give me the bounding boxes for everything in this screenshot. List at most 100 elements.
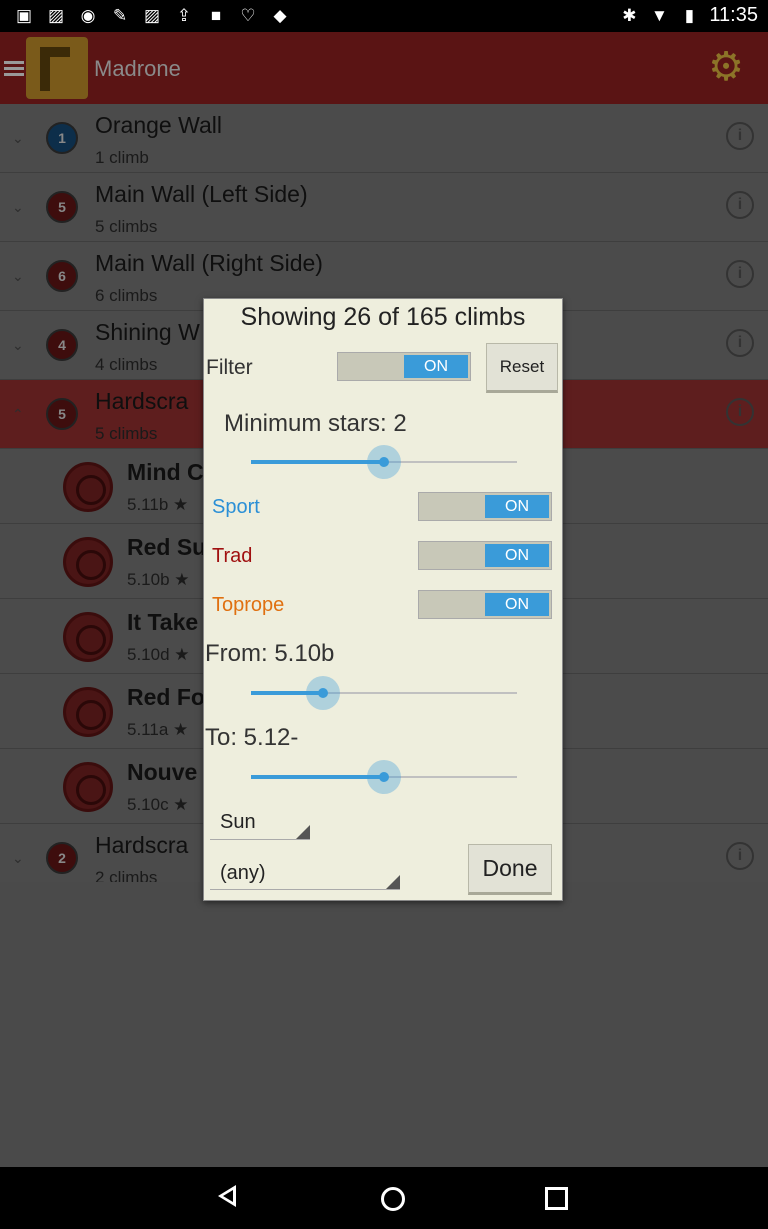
area-name: Main Wall (Right Side) [95, 250, 323, 276]
dialog-heading: Showing 26 of 165 climbs [240, 303, 526, 331]
area-name: Orange Wall [95, 112, 222, 138]
sun-dropdown-value: Sun [220, 811, 256, 833]
area-count: 1 climb [95, 148, 149, 167]
route-type-icon [63, 462, 113, 512]
wifi-icon: ▼ [651, 5, 668, 25]
chevron-down-icon[interactable]: ⌄ [12, 337, 26, 353]
route-type-icon [63, 687, 113, 737]
chevron-down-icon[interactable]: ⌄ [12, 268, 26, 284]
reset-button[interactable]: Reset [486, 343, 558, 393]
route-grade: 5.10b ★ [127, 570, 190, 589]
route-name: Red Su [127, 534, 207, 560]
from-grade-slider[interactable] [251, 676, 517, 710]
route-type-icon [63, 762, 113, 812]
sport-toggle[interactable]: ON [418, 492, 552, 521]
slider-fill [251, 460, 384, 464]
trad-toggle-state: ON [485, 544, 549, 567]
trad-toggle[interactable]: ON [418, 541, 552, 570]
home-icon[interactable] [381, 1187, 405, 1211]
filter-label: Filter [206, 356, 253, 379]
chevron-down-icon[interactable]: ⌄ [12, 199, 26, 215]
min-stars-slider[interactable] [251, 445, 517, 479]
info-icon[interactable]: i [726, 122, 754, 150]
route-name: Red Fo [127, 684, 205, 710]
app-title: Madrone [94, 56, 181, 81]
slider-thumb[interactable] [305, 676, 340, 710]
info-icon[interactable]: i [726, 191, 754, 219]
area-name: Main Wall (Left Side) [95, 181, 308, 207]
chat-icon: ▣ [15, 6, 33, 25]
heart-icon: ♡ [240, 6, 256, 25]
count-badge: 1 [46, 122, 78, 154]
area-count: 5 climbs [95, 424, 158, 443]
sport-toggle-state: ON [485, 495, 549, 518]
wrench-icon: ✎ [112, 6, 128, 25]
settings-gear-icon[interactable]: ⚙ [704, 45, 748, 89]
route-grade: 5.11a ★ [127, 720, 189, 739]
count-badge: 2 [46, 842, 78, 874]
any-dropdown-value: (any) [220, 862, 266, 884]
sun-dropdown[interactable]: Sun [210, 807, 310, 840]
area-name: Hardscra [95, 832, 189, 858]
route-grade: 5.10d ★ [127, 645, 190, 664]
area-count: 4 climbs [95, 355, 158, 374]
toprope-label: Toprope [212, 594, 285, 616]
count-badge: 4 [46, 329, 78, 361]
route-name: Nouve [127, 759, 198, 785]
chevron-down-icon[interactable]: ⌄ [12, 850, 26, 866]
slider-thumb[interactable] [367, 445, 401, 479]
count-badge: 5 [46, 191, 78, 223]
upload-icon: ⇪ [176, 6, 192, 25]
area-row[interactable]: ⌄ 5 Main Wall (Left Side) 5 climbs i [0, 173, 768, 242]
slider-fill [251, 775, 384, 779]
filter-toggle-state: ON [404, 355, 468, 378]
slider-thumb[interactable] [367, 760, 401, 794]
status-bar: ▣ ▨ ◉ ✎ ▨ ⇪ ■ ♡ ◆ ✱ ▼ ▮ 11:35 [0, 0, 768, 32]
route-name: It Take [127, 609, 199, 635]
to-grade-slider[interactable] [251, 760, 517, 794]
route-grade: 5.11b ★ [127, 495, 189, 514]
tag-icon: ◆ [273, 6, 287, 25]
area-name: Shining W [95, 319, 200, 345]
min-stars-label: Minimum stars: 2 [224, 410, 407, 437]
filter-toggle[interactable]: ON [337, 352, 471, 381]
route-type-icon [63, 537, 113, 587]
info-icon[interactable]: i [726, 398, 754, 426]
filter-dialog: Showing 26 of 165 climbs Filter ON Reset… [203, 298, 563, 901]
area-count: 5 climbs [95, 217, 158, 236]
info-icon[interactable]: i [726, 842, 754, 870]
toprope-toggle-state: ON [485, 593, 549, 616]
dropdown-arrow-icon [386, 875, 400, 889]
area-name: Hardscra [95, 388, 189, 414]
any-dropdown[interactable]: (any) [210, 857, 400, 890]
square-icon: ■ [210, 6, 222, 25]
toprope-toggle[interactable]: ON [418, 590, 552, 619]
info-icon[interactable]: i [726, 260, 754, 288]
count-badge: 5 [46, 398, 78, 430]
dropdown-arrow-icon [296, 825, 310, 839]
image-icon: ▨ [47, 6, 65, 25]
area-row[interactable]: ⌄ 1 Orange Wall 1 climb i [0, 104, 768, 173]
empty-background [0, 882, 768, 1167]
count-badge: 6 [46, 260, 78, 292]
done-button[interactable]: Done [468, 844, 552, 895]
bluetooth-icon: ✱ [622, 5, 637, 25]
info-icon[interactable]: i [726, 329, 754, 357]
back-icon-inner [223, 1190, 233, 1202]
battery-icon: ▮ [684, 5, 695, 25]
sport-label: Sport [212, 496, 260, 518]
to-grade-label: To: 5.12- [205, 724, 299, 751]
route-type-icon [63, 612, 113, 662]
app-logo[interactable] [26, 37, 88, 99]
area-count: 6 climbs [95, 286, 158, 305]
clock: 11:35 [709, 4, 758, 26]
chevron-up-icon[interactable]: ⌃ [12, 406, 26, 422]
route-name: Mind C [127, 459, 204, 485]
recents-icon[interactable] [545, 1187, 568, 1210]
messenger-icon: ◉ [80, 6, 96, 25]
chevron-down-icon[interactable]: ⌄ [12, 130, 26, 146]
route-grade: 5.10c ★ [127, 795, 189, 814]
from-grade-label: From: 5.10b [205, 640, 335, 667]
drawer-menu-icon[interactable] [4, 58, 24, 78]
trad-label: Trad [212, 545, 253, 567]
